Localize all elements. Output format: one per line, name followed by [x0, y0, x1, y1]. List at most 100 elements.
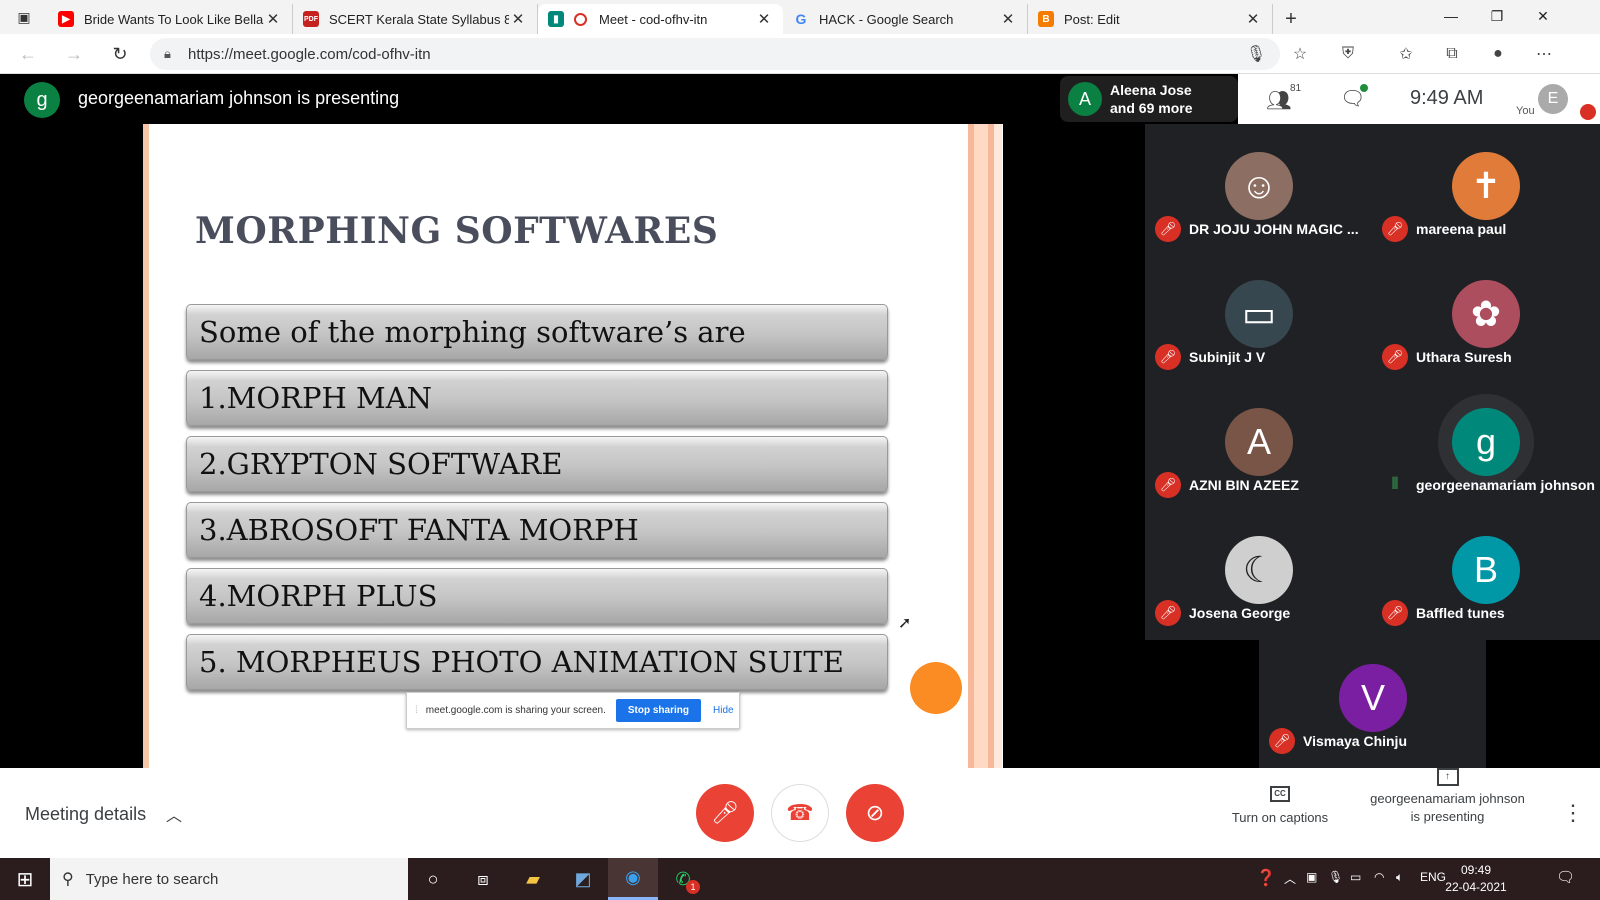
- mic-off-icon: 🎤︎: [1155, 600, 1181, 626]
- tab-title: Bride Wants To Look Like Bella Fr: [84, 11, 264, 27]
- presenting-status: georgeenamariam johnson is presenting: [78, 88, 400, 108]
- participant-avatar: A: [1225, 408, 1293, 476]
- participant-name: mareena paul: [1416, 221, 1507, 237]
- participant-tile[interactable]: ☺ 🎤︎ DR JOJU JOHN MAGIC ...: [1145, 124, 1372, 252]
- meet-indicator-icon[interactable]: ▣: [1306, 870, 1317, 884]
- reload-icon[interactable]: ↻: [106, 40, 134, 68]
- notifications-icon[interactable]: 🗨︎: [1556, 868, 1575, 886]
- browser-menu-icon[interactable]: ⋯: [1532, 42, 1556, 66]
- slide-bullet: 2.GRYPTON SOFTWARE: [186, 436, 888, 492]
- captions-icon: CC: [1270, 786, 1290, 802]
- participant-tile[interactable]: V 🎤︎ Vismaya Chinju: [1259, 636, 1486, 764]
- shield-icon[interactable]: ⛨: [1336, 42, 1360, 66]
- pdf-icon: PDF: [303, 11, 319, 27]
- tab-title: SCERT Kerala State Syllabus 8th S: [329, 11, 509, 27]
- screen-share-banner: ⁞ meet.google.com is sharing your screen…: [406, 692, 740, 729]
- google-icon: G: [795, 11, 807, 27]
- tab-blogger[interactable]: B Post: Edit ✕: [1028, 4, 1273, 34]
- participant-name: Baffled tunes: [1416, 605, 1505, 621]
- mic-off-icon: 🎤︎: [1269, 728, 1295, 754]
- tab-title: Meet - cod-ofhv-itn: [599, 11, 708, 27]
- url-field[interactable]: 🔒︎ https://meet.google.com/cod-ofhv-itn: [150, 38, 1280, 70]
- slide-bullet: 1.MORPH MAN: [186, 370, 888, 426]
- slide-border-decoration: [962, 124, 1002, 768]
- profile-icon[interactable]: ●: [1486, 42, 1510, 66]
- meeting-details-button[interactable]: Meeting details: [25, 804, 146, 825]
- chevron-up-icon[interactable]: ︿: [166, 802, 182, 826]
- self-avatar[interactable]: E: [1538, 84, 1568, 114]
- show-hidden-icons-icon[interactable]: ︿: [1284, 870, 1296, 887]
- slide-bullet: Some of the morphing software’s are: [186, 304, 888, 360]
- microphone-icon[interactable]: 🎙︎: [1244, 42, 1268, 66]
- participant-name: Josena George: [1189, 605, 1291, 621]
- slide-bullet: 4.MORPH PLUS: [186, 568, 888, 624]
- participant-avatar: ✿: [1452, 280, 1520, 348]
- wifi-icon[interactable]: ◠: [1374, 870, 1384, 884]
- tab-scert-pdf[interactable]: PDF SCERT Kerala State Syllabus 8th S ✕: [293, 4, 538, 34]
- participant-tile[interactable]: ▭ 🎤︎ Subinjit J V: [1145, 252, 1372, 380]
- meet-info-bar: 👥︎ 81 🗨︎ 9:49 AM You E: [1238, 74, 1600, 124]
- presentation-stage: MORPHING SOFTWARES Some of the morphing …: [0, 124, 1145, 768]
- cortana-icon[interactable]: ○: [408, 858, 458, 900]
- maximize-button[interactable]: ❐: [1474, 0, 1520, 32]
- mic-off-icon: 🎤︎: [1155, 344, 1181, 370]
- presenting-button[interactable]: ↑ georgeenamariam johnson is presenting: [1355, 768, 1540, 826]
- help-icon[interactable]: ❓: [1256, 868, 1276, 888]
- youtube-icon: ▶: [58, 11, 74, 27]
- battery-icon[interactable]: ▭: [1350, 870, 1361, 884]
- tab-close-icon[interactable]: ✕: [509, 10, 527, 28]
- camera-toggle-button[interactable]: ⊘: [846, 784, 904, 842]
- whatsapp-icon[interactable]: ✆ 1: [658, 858, 708, 900]
- participant-tile[interactable]: ✿ 🎤︎ Uthara Suresh: [1372, 252, 1599, 380]
- camera-off-icon: ⊘: [865, 800, 885, 825]
- participant-avatar: ☾: [1225, 536, 1293, 604]
- tab-close-icon[interactable]: ✕: [755, 10, 773, 28]
- taskbar-clock[interactable]: 09:49 22-04-2021: [1436, 862, 1516, 896]
- slide-orange-dot: [910, 662, 962, 714]
- mic-off-icon: 🎤︎: [1155, 216, 1181, 242]
- tab-google-search[interactable]: G HACK - Google Search ✕: [783, 4, 1028, 34]
- task-view-icon[interactable]: ⧈: [458, 858, 508, 900]
- blogger-icon: B: [1038, 11, 1054, 27]
- address-bar: ← → ↻ 🔒︎ https://meet.google.com/cod-ofh…: [0, 34, 1600, 74]
- participant-tile[interactable]: B 🎤︎ Baffled tunes: [1372, 508, 1599, 636]
- windows-start-icon[interactable]: ⊞: [0, 858, 50, 900]
- minimize-button[interactable]: —: [1428, 0, 1474, 32]
- more-options-icon[interactable]: ⋮: [1562, 800, 1584, 826]
- tab-close-icon[interactable]: ✕: [999, 10, 1017, 28]
- new-tab-button[interactable]: +: [1273, 4, 1309, 34]
- chat-notification-dot: [1360, 84, 1368, 92]
- close-window-button[interactable]: ✕: [1520, 0, 1566, 32]
- volume-icon[interactable]: 🔈︎: [1396, 870, 1403, 885]
- participant-tile[interactable]: ✝ 🎤︎ mareena paul: [1372, 124, 1599, 252]
- participant-tile[interactable]: ☾ 🎤︎ Josena George: [1145, 508, 1372, 636]
- hide-banner-button[interactable]: Hide: [713, 705, 734, 716]
- slide-title: MORPHING SOFTWARES: [195, 210, 719, 252]
- collections-icon[interactable]: ⧉: [1440, 42, 1464, 66]
- participant-avatar: g: [1452, 408, 1520, 476]
- add-favorite-icon[interactable]: ☆: [1288, 42, 1312, 66]
- favorites-icon[interactable]: ✩: [1394, 42, 1418, 66]
- active-speaker-chip[interactable]: A Aleena Jose and 69 more: [1060, 76, 1238, 122]
- microphone-toggle-button[interactable]: 🎤︎: [696, 784, 754, 842]
- leave-call-button[interactable]: ☎︎: [771, 784, 829, 842]
- participant-tile[interactable]: g ⦀ georgeenamariam johnson: [1372, 380, 1599, 508]
- back-icon[interactable]: ←: [14, 40, 42, 68]
- edge-browser-icon[interactable]: ◉: [608, 858, 658, 900]
- tab-close-icon[interactable]: ✕: [264, 10, 282, 28]
- taskbar-search-input[interactable]: ⚲ Type here to search: [50, 858, 408, 900]
- forward-icon[interactable]: →: [60, 40, 88, 68]
- drag-handle-icon[interactable]: ⁞: [415, 705, 418, 716]
- tab-youtube[interactable]: ▶ Bride Wants To Look Like Bella Fr ✕: [48, 4, 293, 34]
- meet-control-bar: Meeting details ︿ 🎤︎ ☎︎ ⊘ CC Turn on cap…: [0, 768, 1600, 858]
- tab-meet[interactable]: ▮ Meet - cod-ofhv-itn ✕: [538, 4, 783, 34]
- tab-close-icon[interactable]: ✕: [1244, 10, 1262, 28]
- participant-tile[interactable]: A 🎤︎ AZNI BIN AZEEZ: [1145, 380, 1372, 508]
- file-explorer-icon[interactable]: ▰: [508, 858, 558, 900]
- microphone-tray-icon[interactable]: 🎙︎: [1328, 870, 1343, 884]
- people-icon[interactable]: 👥︎: [1266, 88, 1291, 113]
- tab-actions-icon[interactable]: ▣: [0, 0, 48, 34]
- captions-button[interactable]: CC Turn on captions: [1215, 776, 1345, 825]
- stop-sharing-button[interactable]: Stop sharing: [615, 699, 701, 722]
- desktop-app-icon[interactable]: ◩: [558, 858, 608, 900]
